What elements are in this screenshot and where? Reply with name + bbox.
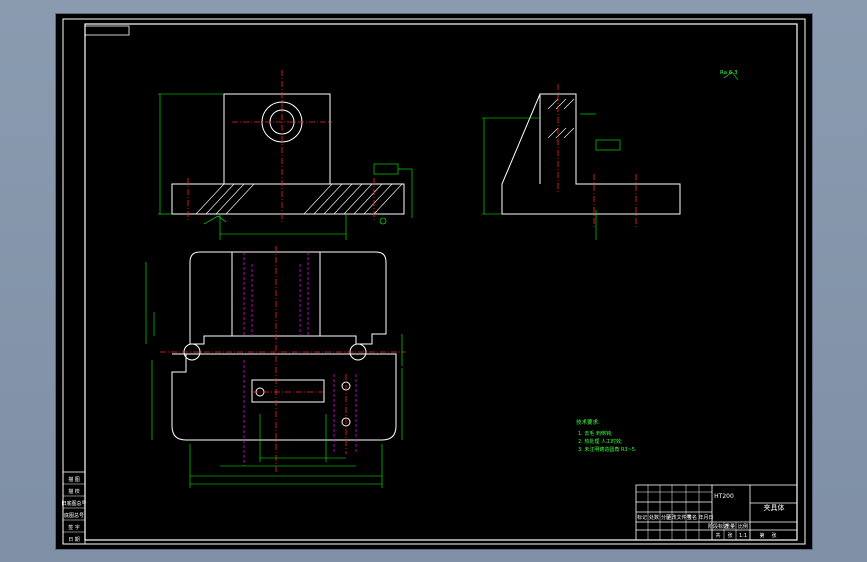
- tb-label-sign: 签名: [687, 514, 697, 521]
- tb-scale-label: 比例: [738, 523, 748, 530]
- tech-req-item-1: 1. 去毛 刺倒钝;: [578, 430, 613, 437]
- strip-label-3: 旧底图总号: [61, 500, 86, 507]
- tb-weight-label: 重量: [725, 523, 735, 530]
- top-view: [145, 246, 406, 488]
- tech-req-item-2: 2. 热处理 人工时效;: [578, 438, 623, 445]
- tb-sheet-no: 第: [759, 532, 764, 539]
- drawing-title: 夹具体: [764, 503, 785, 512]
- roughness-note: Ra 6.3: [720, 70, 738, 76]
- tech-req-heading: 技术要求:: [576, 418, 600, 426]
- tb-label-count: 处数: [649, 514, 659, 521]
- tb-scale-value: 1:1: [739, 533, 747, 539]
- tech-req-item-3: 3. 未注明铸造圆角 R3~5.: [578, 446, 637, 453]
- cad-viewport[interactable]: 描 图 描 校 旧底图总号 底图总号 签 字 日 期 技术要求: 1. 去毛 刺…: [56, 14, 812, 549]
- tb-sheet-unit-2: 张: [771, 532, 776, 539]
- sheet-border: [62, 18, 806, 545]
- strip-label-6: 日 期: [68, 537, 80, 543]
- strip-label-5: 签 字: [68, 524, 80, 531]
- tb-label-date: 年月日: [698, 514, 713, 521]
- engineering-drawing: 描 图 描 校 旧底图总号 底图总号 签 字 日 期 技术要求: 1. 去毛 刺…: [61, 18, 806, 545]
- technical-requirements: 技术要求: 1. 去毛 刺倒钝; 2. 热处理 人工时效; 3. 未注明铸造圆角…: [576, 418, 637, 453]
- title-block: HT200 夹具体 标记 处数 分区 更改文件号 签名 年月日 阶段标记 重量 …: [635, 484, 798, 541]
- strip-label-1: 描 图: [68, 476, 80, 483]
- left-strip: 描 图 描 校 旧底图总号 底图总号 签 字 日 期: [61, 471, 87, 545]
- tb-label-mark: 标记: [637, 514, 647, 521]
- material-text: HT200: [714, 493, 734, 500]
- side-view: [482, 71, 739, 240]
- tb-sheet-total: 共: [715, 532, 720, 539]
- strip-label-2: 描 校: [68, 488, 80, 495]
- strip-label-4: 底图总号: [64, 512, 84, 519]
- front-view: [158, 70, 413, 240]
- tb-sheet-unit: 张: [727, 532, 732, 539]
